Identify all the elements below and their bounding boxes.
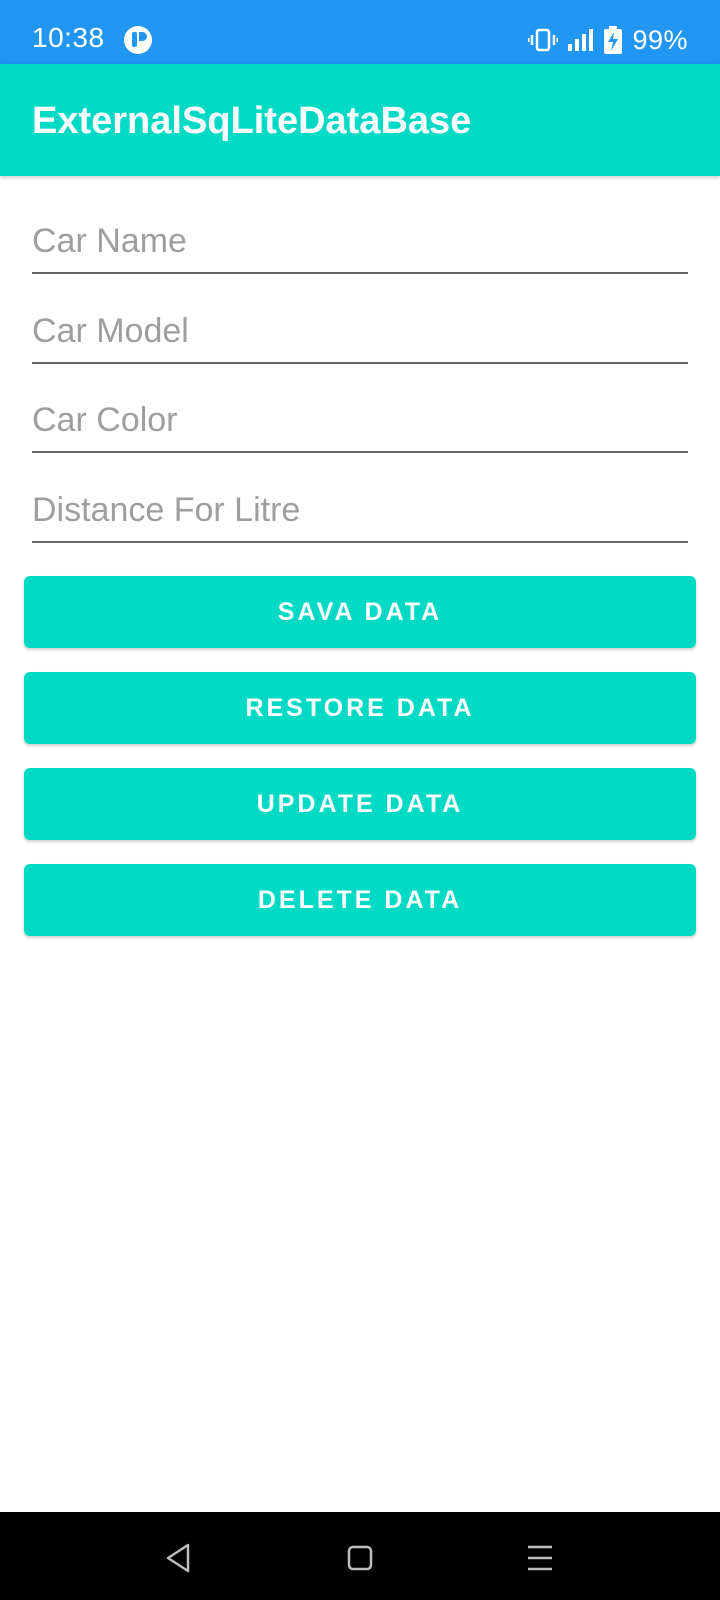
back-icon[interactable] — [158, 1538, 198, 1578]
car-name-input[interactable] — [32, 196, 688, 272]
car-model-field — [32, 286, 688, 364]
update-data-button[interactable]: UPDATE DATA — [24, 768, 696, 840]
status-icons: 99% — [528, 24, 688, 56]
restore-data-button[interactable]: RESTORE DATA — [24, 672, 696, 744]
car-name-field — [32, 196, 688, 274]
status-bar: 10:38 99% — [0, 0, 720, 64]
vibrate-icon — [528, 28, 559, 52]
status-time: 10:38 — [32, 22, 105, 53]
distance-input[interactable] — [32, 465, 688, 541]
car-color-input[interactable] — [32, 375, 688, 451]
app-title: ExternalSqLiteDataBase — [32, 100, 472, 142]
save-data-button[interactable]: SAVA DATA — [24, 576, 696, 648]
app-bar: ExternalSqLiteDataBase — [0, 64, 720, 176]
distance-field — [32, 465, 688, 543]
signal-icon — [568, 29, 594, 51]
car-color-field — [32, 375, 688, 453]
home-icon[interactable] — [340, 1538, 380, 1578]
recents-icon[interactable] — [520, 1538, 560, 1578]
app-notification-icon — [124, 26, 152, 54]
car-model-input[interactable] — [32, 286, 688, 362]
battery-percent: 99% — [632, 24, 688, 55]
navigation-bar — [0, 1512, 720, 1600]
delete-data-button[interactable]: DELETE DATA — [24, 864, 696, 936]
battery-charging-icon — [604, 26, 623, 54]
